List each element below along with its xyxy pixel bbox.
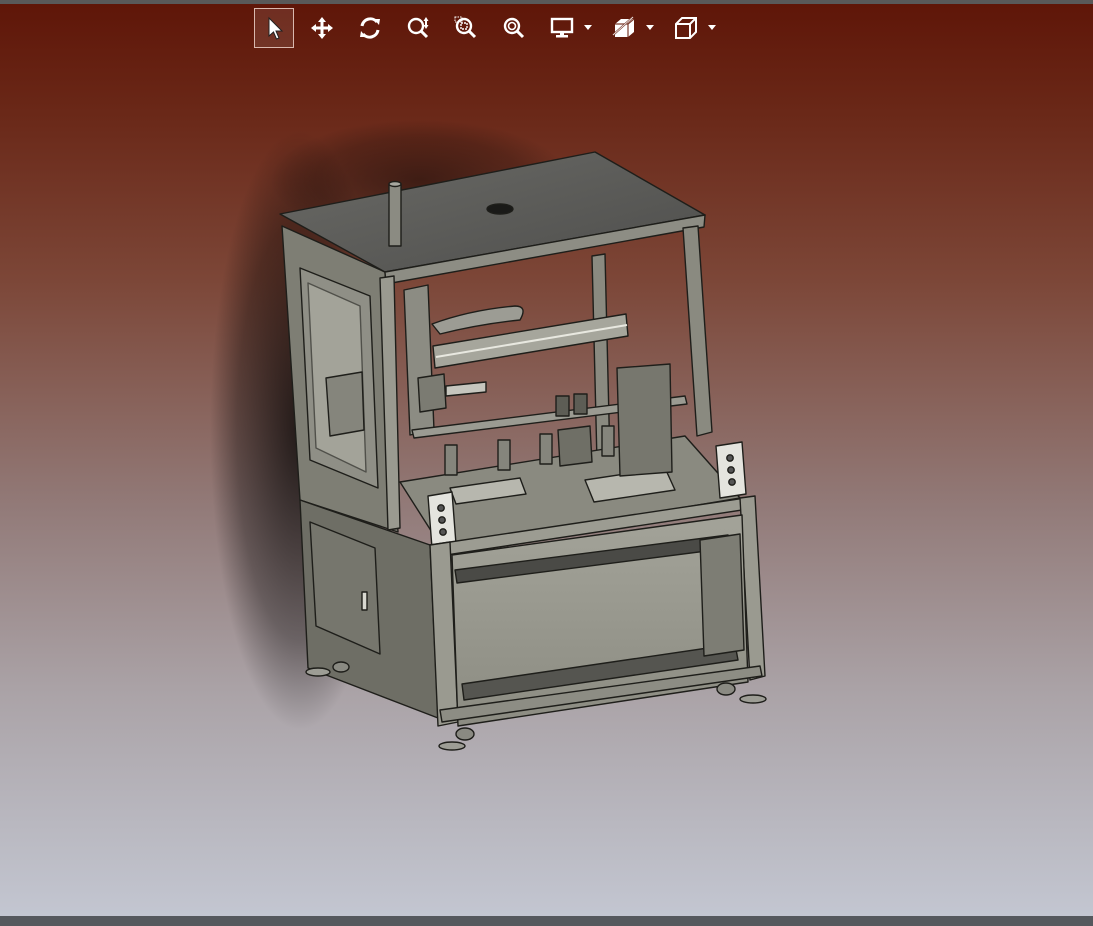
display-mode-dropdown[interactable] bbox=[582, 8, 594, 48]
fixture-post-4 bbox=[601, 425, 615, 457]
zoom-button[interactable] bbox=[398, 8, 438, 48]
center-fixture bbox=[557, 425, 593, 467]
rotate-icon bbox=[360, 17, 380, 39]
machine-enclosure-3d-model[interactable] bbox=[0, 4, 1093, 916]
leveling-foot-3 bbox=[739, 694, 767, 704]
chevron-down-icon bbox=[708, 25, 716, 30]
select-button[interactable] bbox=[254, 8, 294, 48]
chevron-down-icon bbox=[646, 25, 654, 30]
section-view-dropdown[interactable] bbox=[644, 8, 656, 48]
spindle-tool bbox=[445, 381, 487, 397]
caster-3 bbox=[716, 682, 736, 696]
pan-move-icon bbox=[311, 17, 333, 39]
rotate-button[interactable] bbox=[350, 8, 390, 48]
zoom-window-button[interactable] bbox=[446, 8, 486, 48]
section-view-button[interactable] bbox=[604, 8, 644, 48]
section-view-icon bbox=[612, 16, 635, 37]
display-mode-icon bbox=[550, 17, 574, 38]
fixture-post-3 bbox=[539, 433, 553, 465]
door-handle bbox=[361, 591, 368, 611]
fixture-clamp-1 bbox=[555, 395, 570, 417]
caster-1 bbox=[332, 661, 350, 673]
top-cover-hole bbox=[486, 203, 514, 215]
section-view-group bbox=[604, 8, 656, 48]
right-back-block bbox=[616, 363, 673, 477]
chevron-down-icon bbox=[584, 25, 592, 30]
display-mode-group bbox=[542, 8, 594, 48]
leveling-foot-1 bbox=[305, 667, 331, 677]
leveling-foot-2 bbox=[438, 741, 466, 751]
view-orientation-button[interactable] bbox=[666, 8, 706, 48]
fixture-clamp-2 bbox=[573, 393, 588, 415]
gantry-column bbox=[403, 284, 435, 436]
fixture-post-2 bbox=[497, 439, 511, 471]
zoom-fit-button[interactable] bbox=[494, 8, 534, 48]
zoom-icon bbox=[407, 17, 429, 39]
zoom-fit-icon bbox=[503, 17, 525, 39]
side-motor bbox=[325, 371, 365, 437]
view-orientation-cube-icon bbox=[675, 17, 697, 39]
display-mode-button[interactable] bbox=[542, 8, 582, 48]
caster-2 bbox=[455, 727, 475, 741]
select-arrow-icon bbox=[268, 16, 284, 40]
signal-tower-cap bbox=[388, 180, 402, 188]
pan-button[interactable] bbox=[302, 8, 342, 48]
view-toolbar bbox=[254, 8, 728, 48]
fixture-post-1 bbox=[444, 444, 458, 476]
compartment-side-wall bbox=[699, 533, 745, 657]
view-orientation-dropdown[interactable] bbox=[706, 8, 718, 48]
signal-tower bbox=[388, 183, 402, 247]
cable-chain bbox=[431, 305, 524, 335]
3d-viewport[interactable] bbox=[0, 4, 1093, 916]
spindle-head bbox=[417, 373, 447, 413]
view-orientation-group bbox=[666, 8, 718, 48]
zoom-window-icon bbox=[454, 16, 477, 39]
window-bottom-border bbox=[0, 916, 1093, 926]
